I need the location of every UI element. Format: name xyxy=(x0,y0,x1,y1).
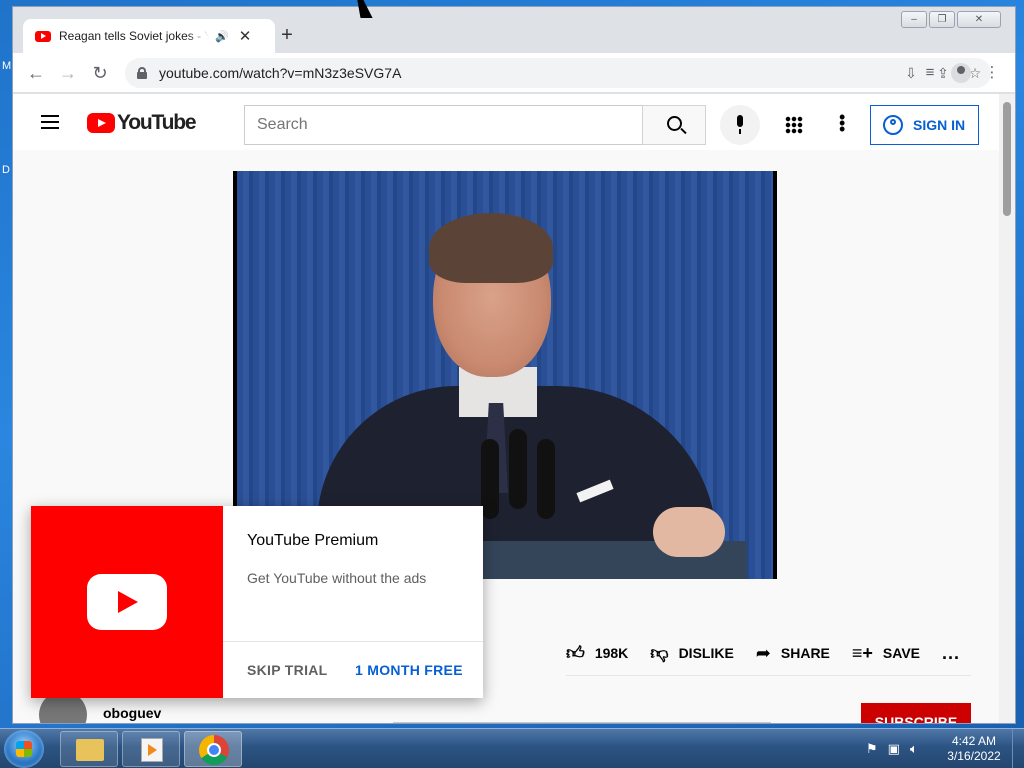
taskbar-clock[interactable]: 4:42 AM 3/16/2022 xyxy=(944,734,1004,764)
promo-description: Get YouTube without the ads xyxy=(247,570,427,586)
url-text[interactable]: youtube.com/watch?v=mN3z3eSVG7A xyxy=(159,65,401,81)
youtube-wordmark: YouTube xyxy=(117,111,197,134)
sign-in-button[interactable]: SIGN IN xyxy=(870,105,979,145)
taskbar-media-player[interactable] xyxy=(122,731,180,767)
chrome-icon xyxy=(199,735,229,765)
share-label: SHARE xyxy=(780,645,830,661)
search-button[interactable] xyxy=(642,105,706,145)
youtube-logo[interactable]: YouTube xyxy=(87,111,197,135)
back-arrow-icon[interactable]: ← xyxy=(23,60,49,86)
lock-icon[interactable] xyxy=(137,67,147,79)
youtube-play-icon xyxy=(87,113,115,133)
promo-banner xyxy=(31,506,223,698)
channel-name[interactable]: oboguev xyxy=(103,705,161,721)
thumbs-down-icon: 👎︎ xyxy=(650,643,669,663)
clock-time: 4:42 AM xyxy=(951,734,997,748)
dislike-button[interactable]: 👎︎ DISLIKE xyxy=(650,642,734,664)
like-count: 198K xyxy=(594,645,629,661)
like-button[interactable]: 👍︎ 198K xyxy=(566,642,628,664)
desktop-icon-label: D xyxy=(2,164,10,176)
account-icon xyxy=(883,115,903,135)
scrollbar-thumb[interactable] xyxy=(1003,102,1011,216)
youtube-page: YouTube ••• SIGN IN xyxy=(13,94,1001,723)
promo-title: YouTube Premium xyxy=(247,532,379,549)
tab-strip: Reagan tells Soviet jokes - YouTube 🔊 ✕ … xyxy=(13,7,1015,53)
dislike-label: DISLIKE xyxy=(678,645,734,661)
restore-button[interactable]: ❐ xyxy=(929,11,955,28)
thumbs-up-icon: 👍︎ xyxy=(566,643,585,663)
more-actions-icon[interactable]: ... xyxy=(942,643,960,664)
minimize-button[interactable]: – xyxy=(901,11,927,28)
share-arrow-icon: ➦ xyxy=(755,642,771,663)
voice-search-mic-icon[interactable] xyxy=(720,105,760,145)
share-button[interactable]: ➦ SHARE xyxy=(756,643,830,664)
address-bar[interactable]: youtube.com/watch?v=mN3z3eSVG7A ⇩ ⇪ ☆ xyxy=(125,58,991,88)
horizontal-scrollbar[interactable] xyxy=(393,722,771,723)
media-control-icon[interactable]: ≡ xyxy=(917,60,943,86)
skip-trial-button[interactable]: SKIP TRIAL xyxy=(247,662,328,678)
speaker-icon[interactable]: 🔊 xyxy=(215,30,229,43)
show-desktop-button[interactable] xyxy=(1012,729,1024,768)
video-actions: 👍︎ 198K 👎︎ DISLIKE ➦ SHARE ≡+ SAVE ... xyxy=(566,641,982,665)
taskbar: ⚑ ▣ 🔈︎ 4:42 AM 3/16/2022 xyxy=(0,728,1024,768)
divider xyxy=(566,675,971,676)
forward-arrow-icon[interactable]: → xyxy=(55,60,81,86)
start-button[interactable] xyxy=(4,730,44,768)
youtube-play-logo-icon xyxy=(87,574,167,630)
browser-tab[interactable]: Reagan tells Soviet jokes - YouTube 🔊 ✕ xyxy=(23,19,275,53)
reload-icon[interactable]: ↻ xyxy=(87,60,113,86)
taskbar-explorer[interactable] xyxy=(60,731,118,767)
apps-grid-icon[interactable] xyxy=(785,116,803,134)
month-free-button[interactable]: 1 MONTH FREE xyxy=(355,662,463,678)
network-icon[interactable]: ▣ xyxy=(888,741,900,757)
desktop-icon-label: M xyxy=(2,60,12,72)
sign-in-label: SIGN IN xyxy=(913,117,966,133)
hamburger-menu-icon[interactable] xyxy=(41,115,59,129)
youtube-favicon-icon xyxy=(35,30,51,42)
browser-menu-icon[interactable]: ⋮ xyxy=(979,60,1005,86)
youtube-masthead: YouTube ••• SIGN IN xyxy=(13,94,1001,150)
folder-icon xyxy=(76,739,104,761)
system-tray: ⚑ ▣ 🔈︎ xyxy=(866,741,918,757)
new-tab-button[interactable]: + xyxy=(275,24,299,47)
close-tab-icon[interactable]: ✕ xyxy=(239,27,252,45)
save-label: SAVE xyxy=(882,645,921,661)
promo-divider xyxy=(223,641,483,642)
action-center-flag-icon[interactable]: ⚑ xyxy=(866,741,878,757)
vertical-scrollbar[interactable] xyxy=(999,94,1015,723)
youtube-premium-popup: YouTube Premium Get YouTube without the … xyxy=(31,506,483,698)
profile-avatar-icon[interactable] xyxy=(951,63,971,83)
search-icon xyxy=(667,116,682,131)
settings-kebab-icon[interactable]: • • • xyxy=(839,108,845,138)
media-player-icon xyxy=(141,738,163,762)
add-to-playlist-icon: ≡+ xyxy=(851,642,873,663)
save-button[interactable]: ≡+ SAVE xyxy=(852,643,920,664)
taskbar-chrome[interactable] xyxy=(184,731,242,767)
browser-toolbar: ← → ↻ youtube.com/watch?v=mN3z3eSVG7A ⇩ … xyxy=(13,53,1015,93)
window-controls: – ❐ ✕ xyxy=(901,11,1001,28)
close-window-button[interactable]: ✕ xyxy=(957,11,1001,28)
tab-title: Reagan tells Soviet jokes - YouTube xyxy=(59,29,209,43)
clock-date: 3/16/2022 xyxy=(947,749,1001,763)
volume-icon[interactable]: 🔈︎ xyxy=(910,741,918,757)
search-input[interactable] xyxy=(244,105,643,145)
browser-window: Reagan tells Soviet jokes - YouTube 🔊 ✕ … xyxy=(12,6,1016,724)
subscribe-button[interactable]: SUBSCRIBE xyxy=(861,703,971,723)
